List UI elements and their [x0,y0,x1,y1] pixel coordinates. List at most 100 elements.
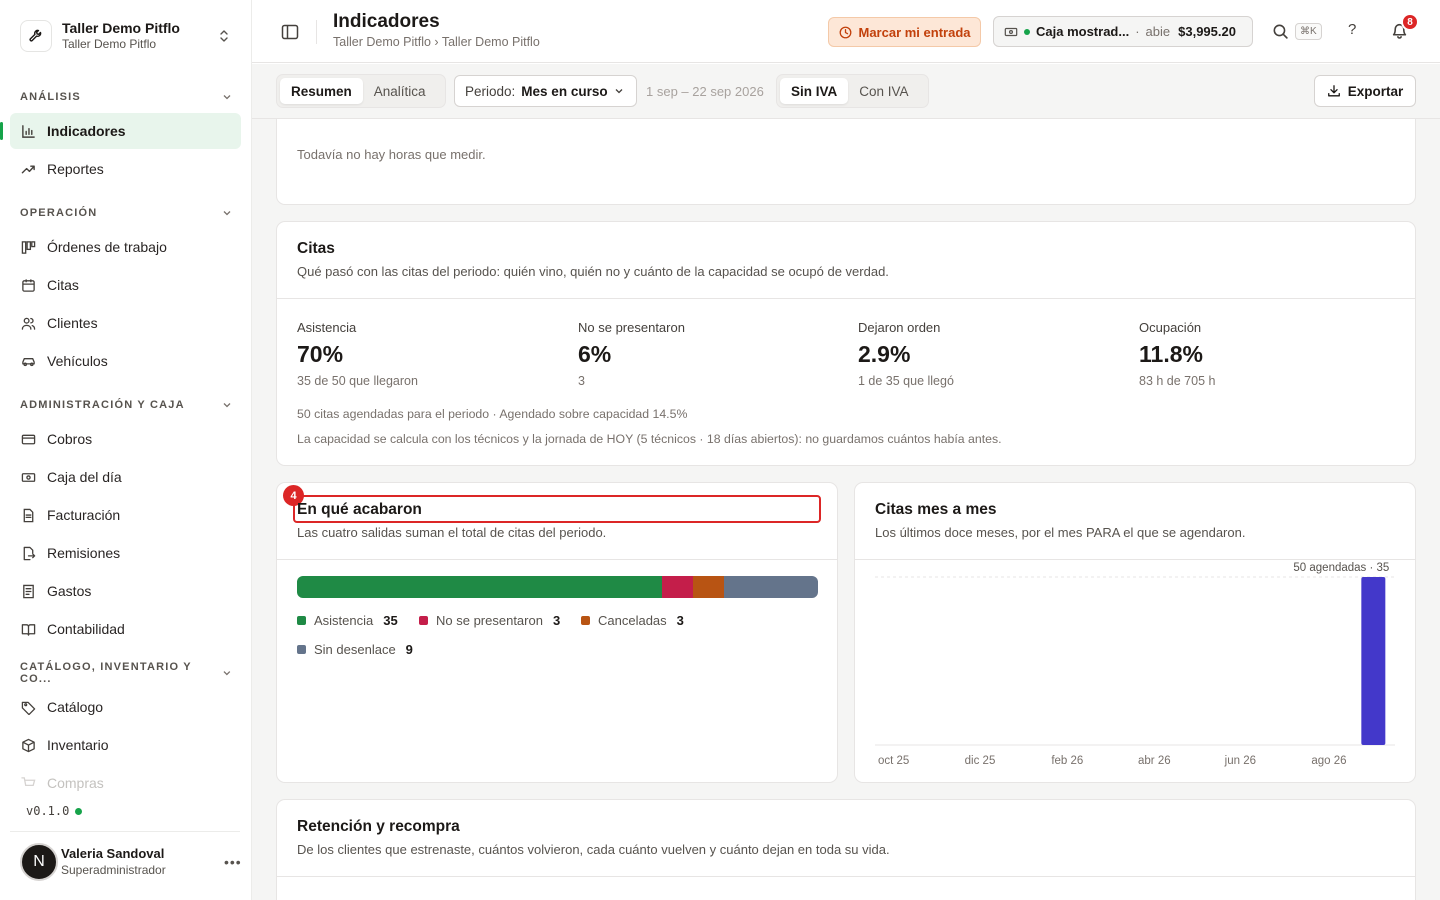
org-switcher[interactable]: Taller Demo Pitflo Taller Demo Pitflo [10,8,242,64]
export-doc-icon [20,545,36,561]
sidebar-item-clientes[interactable]: Clientes [10,305,241,341]
period-select[interactable]: Periodo: Mes en curso [454,75,637,107]
nav-section-catalogo[interactable]: CATÁLOGO, INVENTARIO Y CO... [20,661,232,685]
bar-chart-icon [20,123,36,139]
card-description: Qué pasó con las citas del periodo: quié… [297,264,889,279]
x-tick-label: ago 26 [1311,755,1346,767]
chevron-down-icon [223,95,231,100]
monthly-card: Citas mes a mes Los últimos doce meses, … [854,482,1416,783]
sidebar-item-caja-del-dia[interactable]: Caja del día [10,459,241,495]
clock-in-button[interactable]: Marcar mi entrada [828,17,981,47]
cash-register-button[interactable]: Caja mostrad... · abie $3,995.20 [993,16,1253,47]
user-menu[interactable]: N Valeria Sandoval Superadministrador ••… [20,842,241,882]
capacity-explanation: La capacidad se calcula con los técnicos… [297,432,1002,446]
sidebar-item-ordenes[interactable]: Órdenes de trabajo [10,229,241,265]
more-icon[interactable]: ••• [224,854,241,870]
kpi-label: Ocupación [1139,320,1202,335]
kpi-sub: 3 [578,374,585,388]
sidebar-item-compras[interactable]: Compras [10,765,241,801]
date-range: 1 sep – 22 sep 2026 [646,84,764,99]
nav-section-label: ADMINISTRACIÓN Y CAJA [20,399,185,411]
help-button[interactable]: ? [1348,21,1356,38]
sidebar-item-inventario[interactable]: Inventario [10,727,241,763]
card-description: Las cuatro salidas suman el total de cit… [297,525,607,540]
export-label: Exportar [1347,83,1404,99]
legend-swatch [297,645,306,654]
register-name: Caja mostrad... [1036,24,1130,39]
sidebar-item-label: Vehículos [47,353,108,369]
nav-section-operacion[interactable]: OPERACIÓN [20,205,232,221]
wrench-icon [20,20,52,52]
chevron-down-icon [223,403,231,408]
status-dot [1024,28,1030,35]
x-tick-label: feb 26 [1051,755,1083,767]
clock-icon [839,26,851,38]
sidebar-item-label: Inventario [47,737,109,753]
empty-state-text: Todavía no hay horas que medir. [297,147,486,162]
nav-section-analisis[interactable]: ANÁLISIS [20,89,232,105]
citas-card: Citas Qué pasó con las citas del periodo… [276,221,1416,466]
tax-toggle: Sin IVA Con IVA [776,74,929,108]
version-label: v0.1.0 [26,804,70,818]
divider [277,298,1415,299]
bar-data-label: 50 agendadas · 35 [1293,562,1389,574]
kpi-dejaron-orden: Dejaron orden 2.9% 1 de 35 que llegó [858,320,1118,388]
sidebar-item-label: Catálogo [47,699,104,715]
chevron-down-icon [223,211,231,216]
export-button[interactable]: Exportar [1314,75,1416,107]
x-tick-label: oct 25 [878,755,909,767]
nav-section-administracion[interactable]: ADMINISTRACIÓN Y CAJA [20,397,232,413]
nav-section-label: OPERACIÓN [20,207,98,219]
book-icon [20,621,36,637]
register-separator: · [1135,24,1140,39]
sidebar-item-label: Compras [47,775,104,791]
legend-swatch [419,616,428,625]
legend-sin-desenlace: Sin desenlace 9 [297,642,413,657]
view-tabs: Resumen Analítica [276,74,446,108]
sidebar-item-facturacion[interactable]: Facturación [10,497,241,533]
sidebar-item-citas[interactable]: Citas [10,267,241,303]
sidebar-toggle-icon[interactable] [280,22,300,42]
legend-value: 3 [676,613,684,628]
chevron-down-icon [615,89,623,94]
sidebar-item-vehiculos[interactable]: Vehículos [10,343,241,379]
x-tick-label: dic 25 [965,755,996,767]
tab-analitica[interactable]: Analítica [363,78,437,104]
sidebar-item-gastos[interactable]: Gastos [10,573,241,609]
sidebar-item-label: Caja del día [47,469,122,485]
tag-icon [20,699,36,715]
trend-icon [20,161,36,177]
kpi-label: Asistencia [297,320,357,335]
bar-sep-26[interactable] [1361,577,1386,745]
download-icon [1327,85,1340,97]
kpi-value: 6% [578,341,612,367]
sidebar-item-remisiones[interactable]: Remisiones [10,535,241,571]
sidebar-item-indicadores[interactable]: Indicadores [0,113,241,149]
sidebar-item-catalogo[interactable]: Catálogo [10,689,241,725]
sidebar-item-reportes[interactable]: Reportes [10,151,241,187]
cash-icon [1004,27,1018,36]
sidebar-item-contabilidad[interactable]: Contabilidad [10,611,241,647]
sidebar-item-label: Indicadores [47,123,126,139]
search-icon[interactable] [1272,23,1290,41]
x-tick-label: jun 26 [1224,755,1256,767]
filters-toolbar: Resumen Analítica Periodo: Mes en curso … [252,64,1440,119]
legend-label: No se presentaron [436,613,543,628]
app-version: v0.1.0 [26,804,83,818]
card-title: En qué acabaron [297,501,422,518]
tab-resumen[interactable]: Resumen [280,78,363,104]
tab-con-iva[interactable]: Con IVA [848,78,919,104]
tab-sin-iva[interactable]: Sin IVA [780,78,849,104]
legend-label: Sin desenlace [314,642,396,657]
divider [316,20,317,44]
sidebar-item-label: Reportes [47,161,104,177]
users-icon [20,315,36,331]
legend-asistencia: Asistencia 35 [297,613,398,628]
kpi-value: 2.9% [858,341,911,367]
sidebar-item-cobros[interactable]: Cobros [10,421,241,457]
kpi-no-show: No se presentaron 6% 3 [578,320,838,388]
divider [277,876,1415,877]
legend-label: Asistencia [314,613,374,628]
kpi-asistencia: Asistencia 70% 35 de 50 que llegaron [297,320,557,388]
box-icon [20,737,36,753]
